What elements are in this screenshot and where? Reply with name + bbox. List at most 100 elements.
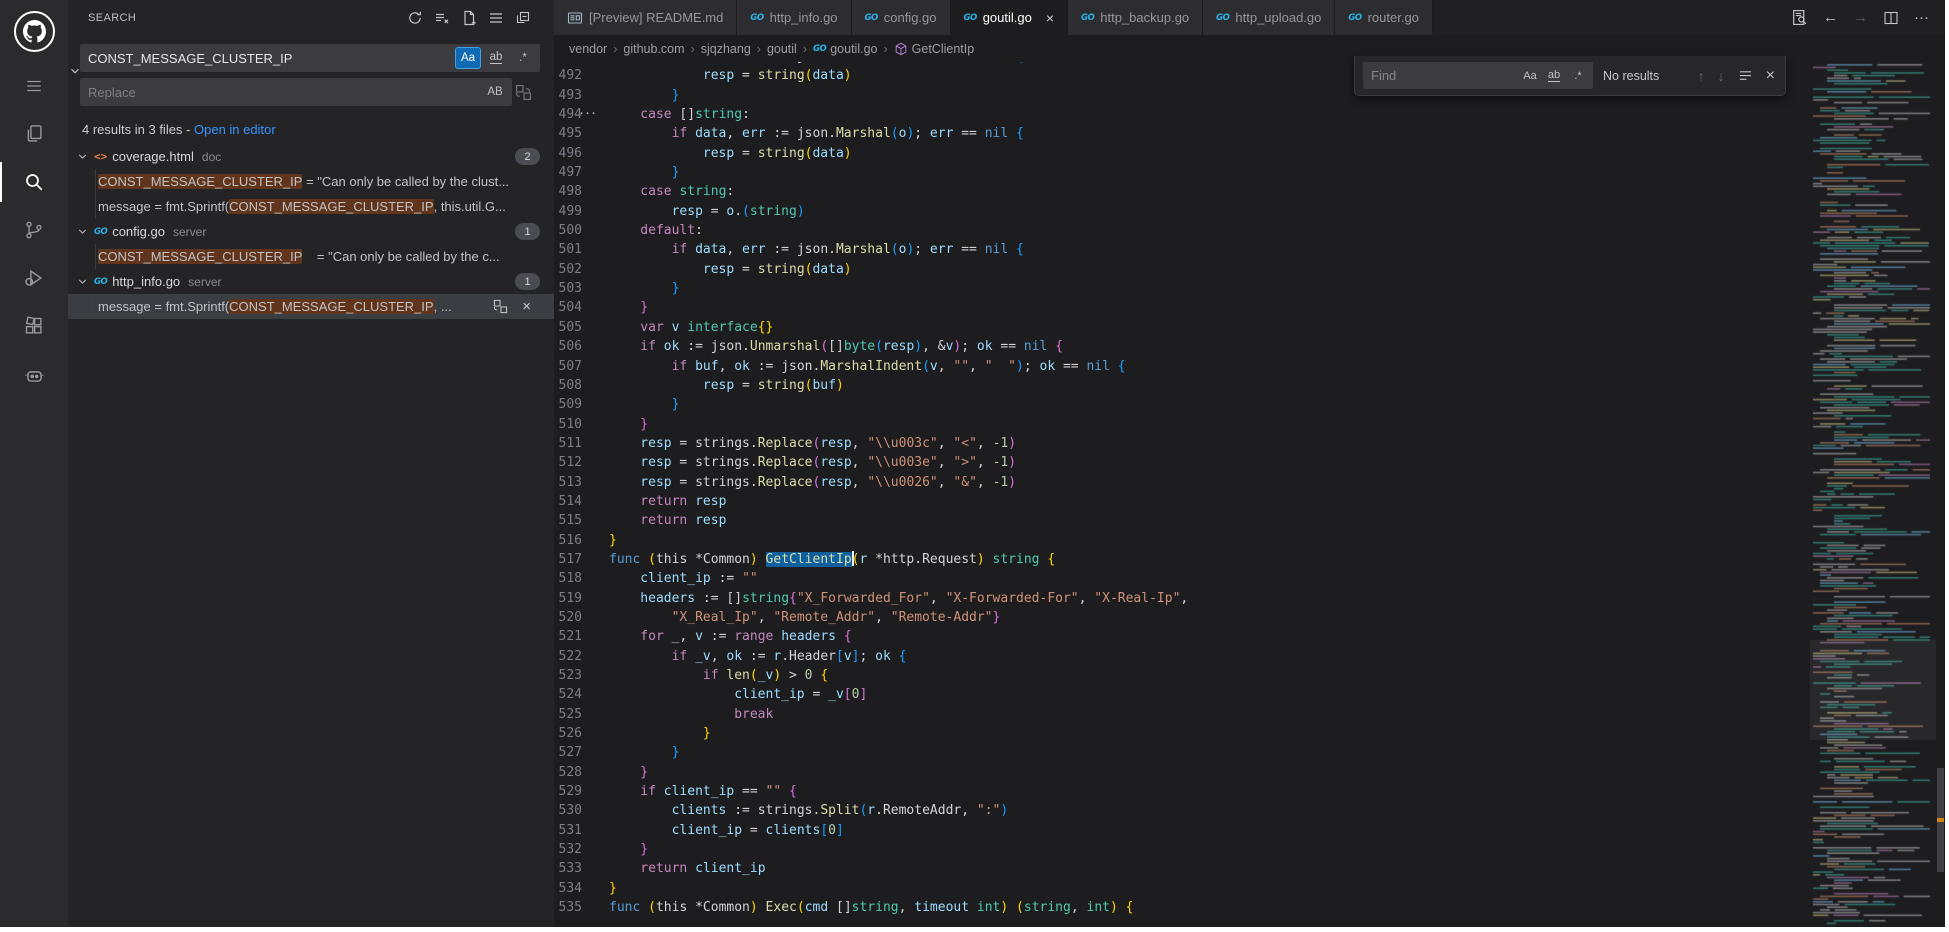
line-number: 513 xyxy=(554,473,582,492)
code-line-524: 524 client_ip = _v[0] xyxy=(554,685,1188,704)
find-in-selection-icon[interactable] xyxy=(1738,68,1753,83)
clear-search-results-icon[interactable] xyxy=(434,10,450,26)
token xyxy=(687,649,695,664)
find-previous-icon[interactable]: ↑ xyxy=(1698,68,1705,84)
match-count-badge: 1 xyxy=(515,223,540,240)
menu-icon[interactable] xyxy=(0,62,68,110)
search-result-match[interactable]: message = fmt.Sprintf(CONST_MESSAGE_CLUS… xyxy=(68,294,554,319)
code-line-497: 497} xyxy=(554,163,1188,182)
token: return xyxy=(640,861,687,876)
search-result-match[interactable]: CONST_MESSAGE_CLUSTER_IP = "Can only be … xyxy=(68,169,554,194)
token: ( xyxy=(891,242,899,257)
breadcrumb-item-sjqzhang[interactable]: sjqzhang xyxy=(701,42,751,56)
code-editor[interactable]: 491if data, err := json.Marshal(o); err … xyxy=(554,62,1945,927)
chevron-down-icon[interactable] xyxy=(76,225,89,238)
file-name: http_info.go xyxy=(112,274,180,289)
breadcrumb-item-goutil[interactable]: goutil xyxy=(767,42,797,56)
tab-goutil.go[interactable]: GOgoutil.go× xyxy=(951,0,1069,35)
token: ; xyxy=(914,242,930,257)
replace-match-icon[interactable] xyxy=(493,299,508,314)
line-text: client_ip = _v[0] xyxy=(609,685,867,704)
dismiss-match-icon[interactable]: × xyxy=(522,298,531,315)
match-case-toggle[interactable]: Aa xyxy=(455,47,481,69)
refresh-icon[interactable] xyxy=(407,10,423,26)
github-logo-icon[interactable] xyxy=(0,0,68,62)
open-in-editor-link[interactable]: Open in editor xyxy=(194,122,276,137)
token: ) xyxy=(797,204,805,219)
breadcrumb-item-getclientip[interactable]: GetClientIp xyxy=(894,42,975,56)
file-search-icon[interactable] xyxy=(1791,9,1808,26)
find-next-icon[interactable]: ↓ xyxy=(1718,68,1725,84)
explorer-icon[interactable] xyxy=(0,110,68,158)
token: := xyxy=(766,62,797,64)
search-result-file-http_info.go[interactable]: GOhttp_info.goserver1 xyxy=(68,269,554,294)
find-close-icon[interactable]: × xyxy=(1766,67,1775,85)
search-icon[interactable] xyxy=(0,158,68,206)
tab-http-upload.go[interactable]: GOhttp_upload.go xyxy=(1203,0,1335,35)
token: json. xyxy=(797,126,836,141)
search-result-file-coverage.html[interactable]: <>coverage.htmldoc2 xyxy=(68,144,554,169)
search-input[interactable] xyxy=(80,51,455,66)
go-icon: GO xyxy=(94,227,107,237)
token xyxy=(1008,126,1016,141)
token: ) xyxy=(1016,359,1024,374)
copilot-chat-icon[interactable] xyxy=(0,350,68,398)
tab-router.go[interactable]: GOrouter.go xyxy=(1335,0,1433,35)
search-result-match[interactable]: message = fmt.Sprintf(CONST_MESSAGE_CLUS… xyxy=(68,194,554,219)
extensions-icon[interactable] xyxy=(0,302,68,350)
tab-config.go[interactable]: GOconfig.go xyxy=(852,0,951,35)
breadcrumb-item-vendor[interactable]: vendor xyxy=(569,42,607,56)
open-new-search-editor-icon[interactable] xyxy=(461,10,477,26)
tab-http-info.go[interactable]: GOhttp_info.go xyxy=(737,0,851,35)
line-text: return resp xyxy=(609,511,726,530)
minimap-viewport[interactable] xyxy=(1810,640,1936,740)
token: case xyxy=(640,107,671,122)
whole-word-toggle[interactable]: ab xyxy=(484,48,508,68)
breadcrumb-item-goutil.go[interactable]: GOgoutil.go xyxy=(813,42,877,56)
token: [ xyxy=(844,687,852,702)
token: resp xyxy=(703,378,734,393)
more-actions-icon[interactable]: ··· xyxy=(1914,9,1929,26)
token: ok xyxy=(1040,359,1056,374)
source-control-icon[interactable] xyxy=(0,206,68,254)
line-text: } xyxy=(609,395,679,414)
view-as-list-icon[interactable] xyxy=(488,10,504,26)
run-and-debug-icon[interactable] xyxy=(0,254,68,302)
line-text: client_ip := "" xyxy=(609,569,758,588)
preserve-case-toggle[interactable]: AB xyxy=(483,82,507,102)
breadcrumb-label: GetClientIp xyxy=(912,42,975,56)
token: "" xyxy=(766,784,782,799)
line-text: } xyxy=(609,879,617,898)
regex-toggle[interactable]: .* xyxy=(511,48,535,68)
search-result-file-config.go[interactable]: GOconfig.goserver1 xyxy=(68,219,554,244)
chevron-down-icon[interactable] xyxy=(76,150,89,163)
split-editor-icon[interactable] xyxy=(1883,10,1899,26)
line-text: func (this *Common) GetClientIp(r *http.… xyxy=(609,550,1055,569)
token: , xyxy=(719,359,735,374)
find-status: No results xyxy=(1603,69,1659,83)
replace-input[interactable] xyxy=(80,85,483,100)
collapse-all-icon[interactable] xyxy=(515,10,531,26)
tab--preview-readme.md[interactable]: [Preview] README.md xyxy=(554,0,737,35)
token xyxy=(664,320,672,335)
chevron-down-icon[interactable] xyxy=(76,275,89,288)
breadcrumb-item-github.com[interactable]: github.com xyxy=(623,42,684,56)
toggle-search-details-button[interactable]: ··· xyxy=(573,104,603,121)
tab-http-backup.go[interactable]: GOhttp_backup.go xyxy=(1068,0,1203,35)
line-number: 524 xyxy=(554,685,582,704)
go-back-icon[interactable]: ← xyxy=(1823,9,1838,26)
find-whole-word-toggle[interactable]: ab xyxy=(1543,67,1565,85)
token: Exec xyxy=(766,900,797,915)
replace-all-icon[interactable] xyxy=(515,84,532,101)
minimap[interactable] xyxy=(1810,62,1936,927)
search-result-match[interactable]: CONST_MESSAGE_CLUSTER_IP = "Can only be … xyxy=(68,244,554,269)
close-tab-icon[interactable]: × xyxy=(1046,10,1054,26)
token: : xyxy=(742,107,750,122)
find-regex-toggle[interactable]: .* xyxy=(1567,67,1589,85)
line-number: 508 xyxy=(554,376,582,395)
token: client_ip xyxy=(640,571,710,586)
token: int xyxy=(1087,900,1110,915)
find-match-case-toggle[interactable]: Aa xyxy=(1519,67,1541,85)
line-text: } xyxy=(609,298,648,317)
go-forward-icon[interactable]: → xyxy=(1853,9,1868,26)
